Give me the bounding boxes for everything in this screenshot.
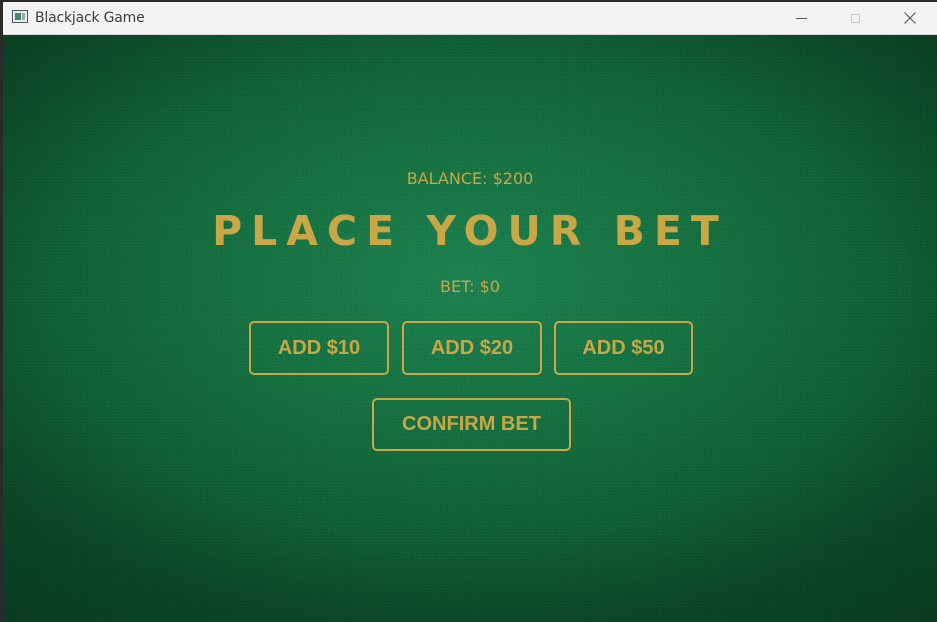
add-10-button[interactable]: ADD $10: [249, 321, 389, 375]
maximize-icon: [850, 13, 860, 23]
felt-table: BALANCE: $200 PLACE YOUR BET BET: $0 ADD…: [3, 35, 937, 622]
maximize-button[interactable]: [828, 2, 882, 34]
minimize-button[interactable]: [774, 2, 828, 34]
close-button[interactable]: [883, 2, 937, 34]
bet-label: BET: $0: [440, 277, 500, 296]
minimize-icon: [795, 17, 807, 19]
app-window: Blackjack Game BALANCE: $200 PLACE YOUR …: [0, 0, 937, 622]
add-50-button[interactable]: ADD $50: [554, 321, 693, 375]
balance-label: BALANCE: $200: [406, 169, 534, 188]
page-title: PLACE YOUR BET: [212, 207, 728, 255]
close-icon: [904, 12, 916, 24]
app-icon: [12, 10, 28, 23]
add-20-button[interactable]: ADD $20: [402, 321, 542, 375]
title-bar[interactable]: Blackjack Game: [3, 2, 937, 35]
confirm-bet-button[interactable]: CONFIRM BET: [372, 398, 571, 451]
window-title: Blackjack Game: [35, 10, 145, 26]
